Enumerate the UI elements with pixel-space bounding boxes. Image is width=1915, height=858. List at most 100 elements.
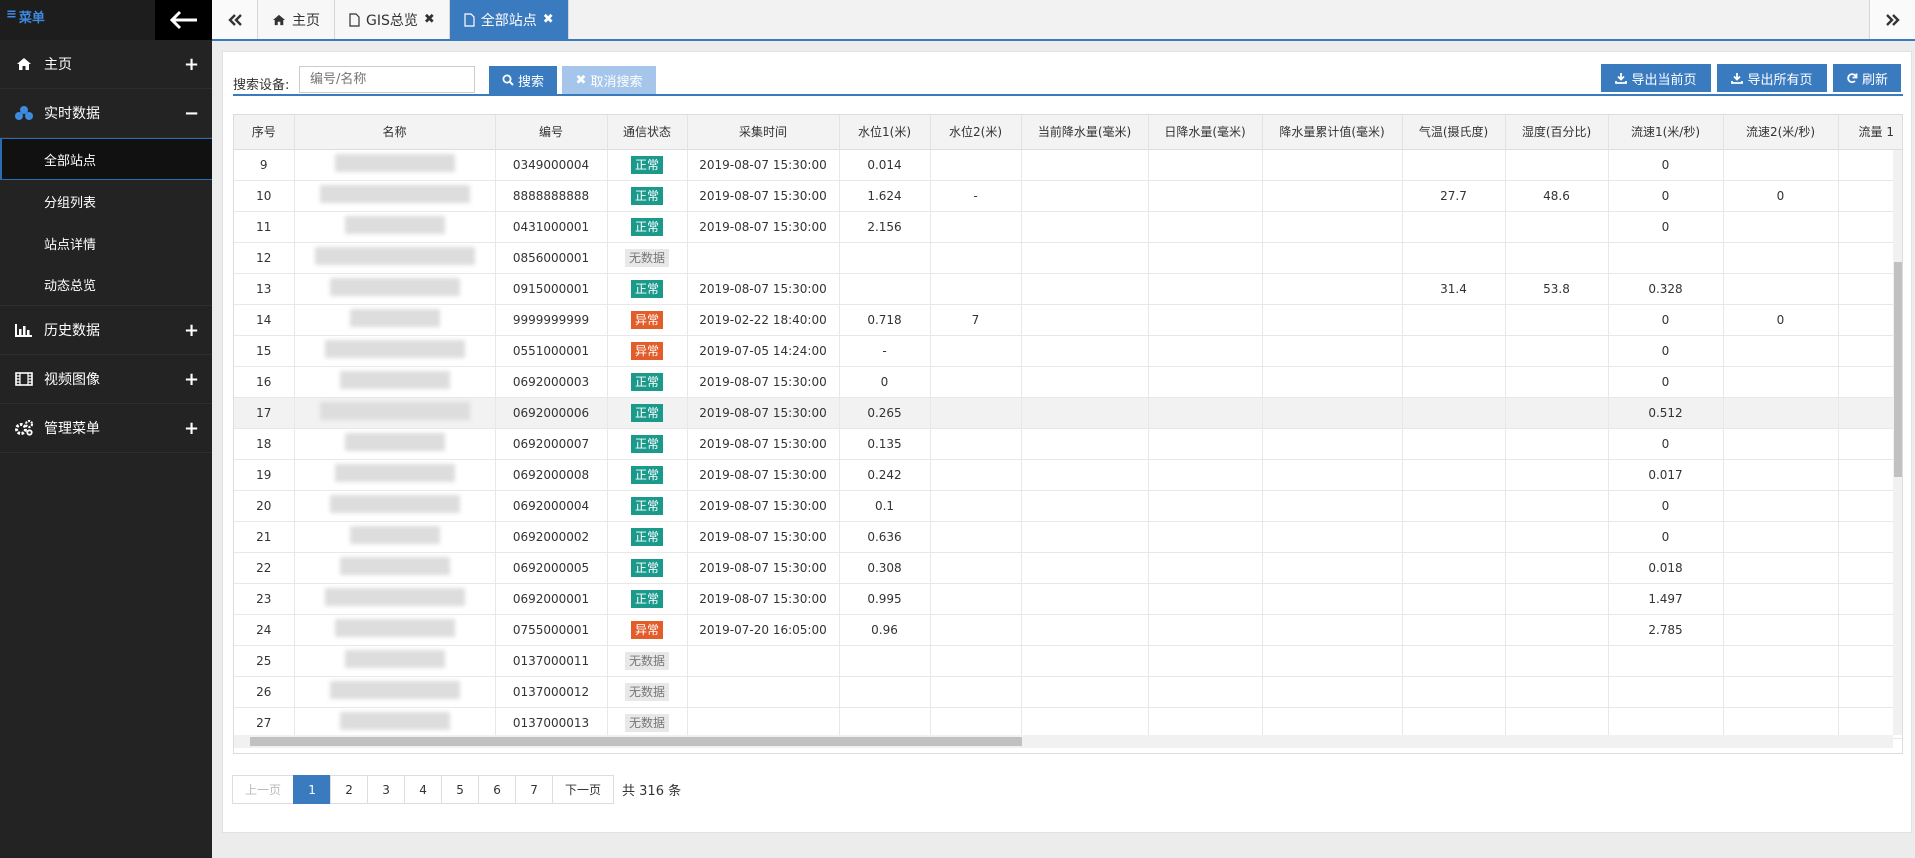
table-row[interactable]: 14 9999999999 异常 2019-02-22 18:40:00 0.718 7 0… <box>234 304 1902 336</box>
tab-gis-overview[interactable]: GIS总览 ✖ <box>335 0 450 39</box>
page-button[interactable]: 5 <box>441 775 480 804</box>
cell-water-level-2: 7 <box>930 304 1022 336</box>
cell-status: 正常 <box>607 149 688 181</box>
double-chevron-left-icon <box>227 13 242 26</box>
vertical-scrollbar[interactable] <box>1893 150 1902 735</box>
cell-humidity <box>1505 583 1609 615</box>
table-row[interactable]: 22 0692000005 正常 2019-08-07 15:30:00 0.308 0.… <box>234 552 1902 584</box>
column-header[interactable]: 序号 <box>234 115 295 150</box>
page-button[interactable]: 1 <box>293 775 332 804</box>
cell-water-level-2 <box>930 397 1022 429</box>
table-row[interactable]: 26 0137000012 无数据 <box>234 676 1902 708</box>
scrollbar-thumb[interactable] <box>1894 262 1902 477</box>
sidebar-item-history[interactable]: 历史数据 + <box>0 306 212 355</box>
table-row[interactable]: 15 0551000001 异常 2019-07-05 14:24:00- 0 <box>234 335 1902 367</box>
export-all-pages-button[interactable]: 导出所有页 <box>1717 64 1827 92</box>
page-button[interactable]: 6 <box>478 775 517 804</box>
search-input[interactable] <box>299 66 475 93</box>
collapse-icon: − <box>184 102 200 124</box>
column-header[interactable]: 水位2(米) <box>930 115 1022 150</box>
table-row[interactable]: 27 0137000013 无数据 <box>234 707 1902 739</box>
cell-index: 26 <box>234 676 295 708</box>
table-row[interactable]: 16 0692000003 正常 2019-08-07 15:30:00 0 0 <box>234 366 1902 398</box>
table-row[interactable]: 19 0692000008 正常 2019-08-07 15:30:00 0.242 0.… <box>234 459 1902 491</box>
collapse-sidebar-button[interactable] <box>155 0 212 40</box>
column-header[interactable]: 水位1(米) <box>839 115 931 150</box>
cell-current-rainfall <box>1021 676 1149 708</box>
table-row[interactable]: 9 0349000004 正常 2019-08-07 15:30:00 0.014 0 <box>234 149 1902 181</box>
table-row[interactable]: 25 0137000011 无数据 <box>234 645 1902 677</box>
column-header[interactable]: 流速1(米/秒) <box>1608 115 1724 150</box>
cell-time: 2019-02-22 18:40:00 <box>687 304 840 336</box>
prev-page-button[interactable]: 上一页 <box>232 775 295 804</box>
table-row[interactable]: 21 0692000002 正常 2019-08-07 15:30:00 0.636 0 <box>234 521 1902 553</box>
cell-velocity-2 <box>1723 521 1839 553</box>
cell-index: 22 <box>234 552 295 584</box>
table-row[interactable]: 20 0692000004 正常 2019-08-07 15:30:00 0.1 0 <box>234 490 1902 522</box>
table-row[interactable]: 24 0755000001 异常 2019-07-20 16:05:00 0.96 2.7… <box>234 614 1902 646</box>
cell-water-level-1: - <box>839 335 931 367</box>
menu-toggle[interactable]: ≡ 菜单 <box>0 0 155 40</box>
cancel-search-button[interactable]: ✖ 取消搜索 <box>562 66 656 94</box>
tab-home[interactable]: 主页 <box>258 0 335 39</box>
tab-all-stations[interactable]: 全部站点 ✖ <box>449 0 569 39</box>
table-row[interactable]: 23 0692000001 正常 2019-08-07 15:30:00 0.995 1.… <box>234 583 1902 615</box>
export-current-page-button[interactable]: 导出当前页 <box>1601 64 1711 92</box>
page-button[interactable]: 2 <box>330 775 369 804</box>
column-header[interactable]: 流量 1 <box>1838 115 1902 150</box>
tabs-scroll-left-button[interactable] <box>212 0 258 39</box>
cell-water-level-2 <box>930 211 1022 243</box>
page-button[interactable]: 7 <box>515 775 554 804</box>
sidebar-item-video[interactable]: 视频图像 + <box>0 355 212 404</box>
column-header[interactable]: 流速2(米/秒) <box>1723 115 1839 150</box>
status-badge: 正常 <box>630 434 663 453</box>
page-button[interactable]: 3 <box>367 775 406 804</box>
stations-table: 序号 名称 编号 通信状态 采集时间 水位1(米) 水位2(米) 当前降水量(毫… <box>234 115 1902 739</box>
sidebar-item-home[interactable]: 主页 + <box>0 40 212 89</box>
cell-status: 正常 <box>607 366 688 398</box>
column-header[interactable]: 气温(摄氏度) <box>1402 115 1506 150</box>
scrollbar-thumb[interactable] <box>250 737 1022 746</box>
cell-current-rainfall <box>1021 459 1149 491</box>
cell-status: 正常 <box>607 552 688 584</box>
column-header[interactable]: 降水量累计值(毫米) <box>1262 115 1403 150</box>
table-row[interactable]: 13 0915000001 正常 2019-08-07 15:30:00 31.4 53.… <box>234 273 1902 305</box>
expand-icon: + <box>184 417 200 439</box>
column-header[interactable]: 通信状态 <box>607 115 688 150</box>
cell-daily-rainfall <box>1148 645 1263 677</box>
close-icon[interactable]: ✖ <box>424 12 435 27</box>
search-button[interactable]: 搜索 <box>489 66 557 94</box>
table-row[interactable]: 18 0692000007 正常 2019-08-07 15:30:00 0.135 0 <box>234 428 1902 460</box>
file-icon <box>464 12 475 27</box>
column-header[interactable]: 采集时间 <box>687 115 840 150</box>
column-header[interactable]: 湿度(百分比) <box>1505 115 1609 150</box>
redacted-name <box>329 495 460 513</box>
refresh-button[interactable]: 刷新 <box>1833 64 1901 92</box>
table-row[interactable]: 12 0856000001 无数据 <box>234 242 1902 274</box>
column-header[interactable]: 名称 <box>294 115 496 150</box>
horizontal-scrollbar[interactable] <box>234 735 1893 748</box>
column-header[interactable]: 日降水量(毫米) <box>1148 115 1263 150</box>
cell-rainfall-total <box>1262 614 1403 646</box>
table-row[interactable]: 17 0692000006 正常 2019-08-07 15:30:00 0.265 0.… <box>234 397 1902 429</box>
column-header[interactable]: 当前降水量(毫米) <box>1021 115 1149 150</box>
sidebar-subitem-station-detail[interactable]: 站点详情 <box>0 222 212 264</box>
status-badge: 异常 <box>630 341 663 360</box>
redacted-name <box>334 154 455 172</box>
page-button[interactable]: 4 <box>404 775 443 804</box>
cell-daily-rainfall <box>1148 366 1263 398</box>
sidebar-subitem-group-list[interactable]: 分组列表 <box>0 180 212 222</box>
sidebar-subitem-all-stations[interactable]: 全部站点 <box>0 138 212 180</box>
expand-icon: + <box>184 368 200 390</box>
table-row[interactable]: 10 8888888888 正常 2019-08-07 15:30:00 1.624- 2… <box>234 180 1902 212</box>
column-header[interactable]: 编号 <box>495 115 608 150</box>
sidebar-item-admin[interactable]: 管理菜单 + <box>0 404 212 453</box>
sidebar-item-realtime[interactable]: 实时数据 − <box>0 89 212 138</box>
sidebar-subitem-dynamic-overview[interactable]: 动态总览 <box>0 264 212 306</box>
close-icon[interactable]: ✖ <box>543 12 554 27</box>
cell-current-rainfall <box>1021 397 1149 429</box>
status-badge: 正常 <box>630 155 663 174</box>
tabs-scroll-right-button[interactable] <box>1869 0 1915 39</box>
next-page-button[interactable]: 下一页 <box>552 775 615 804</box>
table-row[interactable]: 11 0431000001 正常 2019-08-07 15:30:00 2.156 0 <box>234 211 1902 243</box>
